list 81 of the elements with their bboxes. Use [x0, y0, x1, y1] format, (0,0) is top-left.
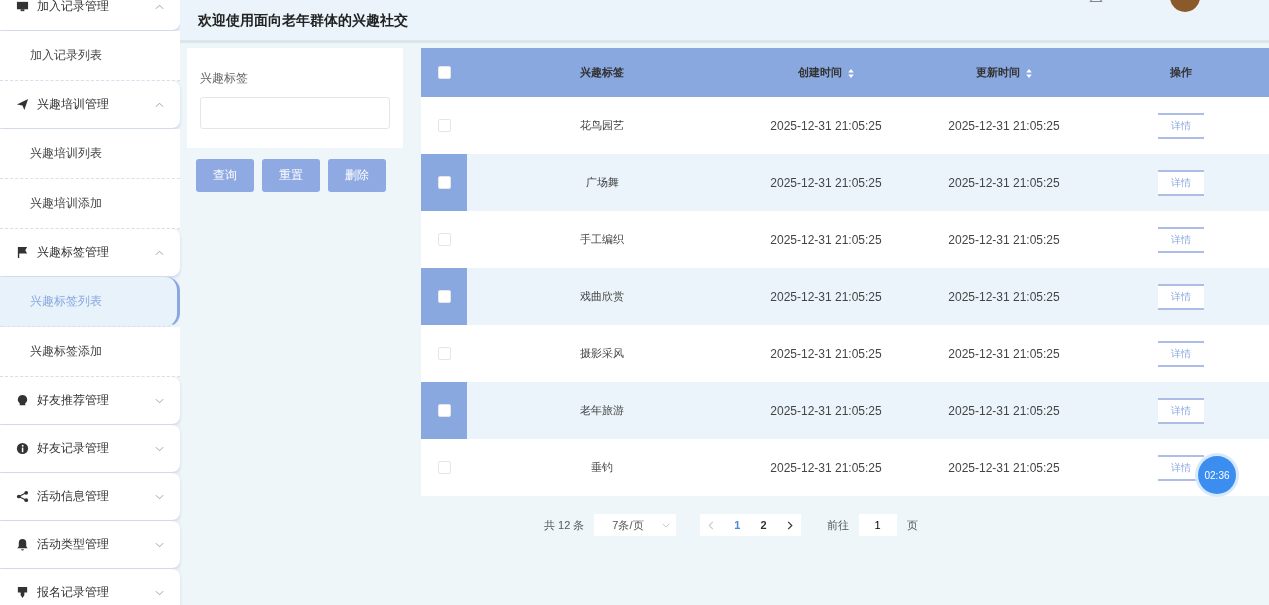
chevron-icon — [662, 522, 671, 528]
page-number[interactable]: 2 — [760, 519, 767, 531]
menu-group[interactable]: 好友推荐管理 — [0, 377, 180, 424]
menu-group[interactable]: 好友记录管理 — [0, 425, 180, 472]
chevron-icon — [155, 541, 164, 548]
table-cell: 2025-12-31 21:05:25 — [948, 175, 1060, 190]
table-cell: 摄影采风 — [580, 347, 624, 359]
share-icon — [16, 490, 29, 503]
row-checkbox[interactable] — [437, 347, 451, 361]
table-cell: 老年旅游 — [580, 404, 624, 416]
sort-icon[interactable] — [1024, 67, 1033, 79]
menu-group[interactable]: 加入记录管理 — [0, 0, 180, 30]
page-size-select[interactable]: 7条/页 — [594, 514, 677, 536]
table-cell: 2025-12-31 21:05:25 — [948, 403, 1060, 418]
menu-label: 兴趣标签管理 — [37, 244, 110, 261]
chevron-icon — [155, 445, 164, 452]
row-checkbox[interactable] — [437, 290, 451, 304]
monitor-icon — [16, 0, 29, 13]
chevron-icon — [155, 397, 164, 404]
table-cell: 垂钓 — [591, 461, 613, 473]
row-checkbox[interactable] — [437, 461, 451, 475]
table-cell: 2025-12-31 21:05:25 — [948, 460, 1060, 475]
table-cell: 2025-12-31 21:05:25 — [948, 118, 1060, 133]
next-page-icon[interactable] — [786, 520, 793, 530]
table-cell: 2025-12-31 21:05:25 — [770, 460, 882, 475]
prev-page-icon[interactable] — [708, 520, 715, 530]
menu-group[interactable]: 活动信息管理 — [0, 473, 180, 520]
column-header: 更新时间 — [975, 66, 1020, 78]
menu-label: 兴趣培训管理 — [37, 96, 110, 113]
row-checkbox[interactable] — [437, 176, 451, 190]
menu-label: 好友记录管理 — [37, 440, 110, 457]
table-cell: 手工编织 — [580, 233, 624, 245]
table-cell: 2025-12-31 21:05:25 — [770, 175, 882, 190]
menu-label: 加入记录管理 — [37, 0, 110, 15]
table-cell: 花鸟园艺 — [580, 119, 624, 131]
chevron-icon — [155, 249, 164, 256]
table-cell: 2025-12-31 21:05:25 — [770, 346, 882, 361]
chevron-icon — [155, 589, 164, 596]
table-cell: 2025-12-31 21:05:25 — [770, 118, 882, 133]
row-checkbox[interactable] — [437, 404, 451, 418]
menu-group[interactable]: 兴趣培训管理 — [0, 81, 180, 128]
column-header: 兴趣标签 — [580, 66, 624, 78]
menu-group[interactable]: 活动类型管理 — [0, 521, 180, 568]
chevron-icon — [155, 493, 164, 500]
goto-page-field[interactable]: 1 — [858, 514, 897, 536]
info-icon — [16, 442, 29, 455]
flag-icon — [16, 246, 29, 259]
submenu-item[interactable]: 兴趣标签添加 — [0, 327, 180, 377]
menu-label: 活动类型管理 — [37, 536, 110, 553]
row-checkbox[interactable] — [437, 233, 451, 247]
table-cell: 2025-12-31 21:05:25 — [948, 289, 1060, 304]
table-cell: 2025-12-31 21:05:25 — [948, 346, 1060, 361]
chevron-icon — [155, 101, 164, 108]
table-cell: 2025-12-31 21:05:25 — [770, 232, 882, 247]
tag-input-field[interactable] — [200, 97, 390, 129]
paper-plane-icon — [16, 98, 29, 111]
table-cell: 戏曲欣赏 — [580, 290, 624, 302]
submenu-item[interactable]: 兴趣培训列表 — [0, 129, 180, 179]
field-label: 兴趣标签 — [200, 70, 249, 87]
select-all-checkbox[interactable] — [437, 66, 451, 80]
page-title: 欢迎使用面向老年群体的兴趣社交 — [198, 11, 409, 30]
column-header: 创建时间 — [797, 66, 842, 78]
total-count: 共 12 条 — [544, 517, 585, 533]
page-number[interactable]: 1 — [734, 519, 741, 531]
menu-group[interactable]: 报名记录管理 — [0, 569, 180, 605]
chevron-icon — [155, 3, 164, 10]
menu-label: 好友推荐管理 — [37, 392, 110, 409]
submenu-item[interactable]: 兴趣培训添加 — [0, 179, 180, 229]
column-header: 操作 — [1170, 66, 1192, 78]
table-cell: 广场舞 — [585, 176, 619, 188]
table-cell: 2025-12-31 21:05:25 — [770, 403, 882, 418]
submenu-item[interactable]: 加入记录列表 — [0, 31, 180, 81]
menu-label: 活动信息管理 — [37, 488, 110, 505]
menu-label: 报名记录管理 — [37, 584, 110, 601]
goto-label: 前往 — [826, 517, 849, 533]
row-checkbox[interactable] — [437, 119, 451, 133]
menu-group[interactable]: 兴趣标签管理 — [0, 229, 180, 276]
table-cell: 2025-12-31 21:05:25 — [770, 289, 882, 304]
page-suffix: 页 — [906, 517, 918, 533]
sort-icon[interactable] — [846, 67, 855, 79]
table-cell: 2025-12-31 21:05:25 — [948, 232, 1060, 247]
